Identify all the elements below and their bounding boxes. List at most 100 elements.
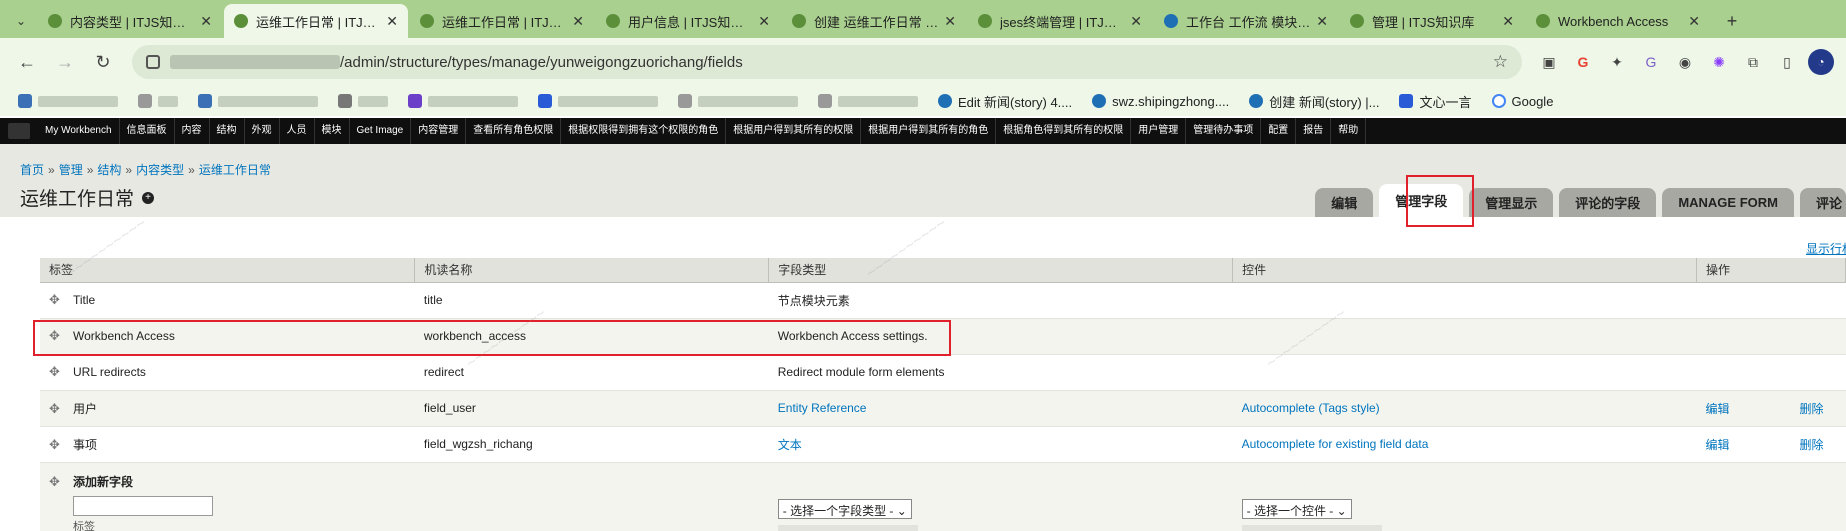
edit-link[interactable]: 编辑 (1705, 438, 1729, 452)
bookmark-star-icon[interactable]: ☆ (1493, 52, 1508, 72)
bookmark-item[interactable]: 文心一言 (1399, 92, 1472, 111)
puzzle-extension-icon[interactable]: ✺ (1706, 49, 1732, 75)
field-type-link[interactable]: 文本 (778, 438, 802, 452)
bookmark-label: 文心一言 (1419, 94, 1472, 110)
sidebar-icon[interactable]: ▯ (1774, 49, 1800, 75)
browser-tab[interactable]: 创建 运维工作日常 | ITJS ✕ (782, 4, 966, 38)
admin-menu-item[interactable]: 管理待办事项 (1186, 118, 1262, 144)
drag-handle-icon[interactable]: ✥ (49, 328, 63, 344)
admin-menu-item[interactable]: 报告 (1296, 118, 1332, 144)
close-icon[interactable]: ✕ (1130, 13, 1142, 30)
breadcrumb-link[interactable]: 管理 (59, 163, 83, 177)
field-type-select[interactable]: - 选择一个字段类型 - ⌄ (777, 498, 912, 519)
admin-menu-item[interactable]: 内容管理 (411, 118, 467, 144)
bookmark-item[interactable] (198, 94, 318, 108)
admin-menu-item[interactable]: 帮助 (1331, 118, 1367, 144)
delete-link[interactable]: 删除 (1799, 438, 1823, 452)
tab-edit[interactable]: 编辑 (1315, 188, 1374, 217)
bookmark-item[interactable]: Google (1491, 94, 1553, 109)
bookmark-item[interactable] (818, 94, 918, 108)
bookmark-item[interactable] (678, 94, 798, 108)
edit-link[interactable]: 编辑 (1705, 402, 1729, 416)
drag-handle-icon[interactable]: ✥ (49, 401, 63, 417)
browser-tab[interactable]: 管理 | ITJS知识库 ✕ (1340, 4, 1524, 38)
tab-title: 内容类型 | ITJS知识库 (70, 14, 195, 30)
site-info-icon[interactable] (146, 55, 160, 69)
admin-menu-item[interactable]: 根据角色得到其所有的权限 (996, 118, 1132, 144)
widget-select[interactable]: - 选择一个控件 - ⌄ (1241, 498, 1352, 519)
google-extension-icon[interactable]: G (1570, 49, 1596, 75)
admin-menu-item[interactable]: 根据权限得到拥有这个权限的角色 (561, 118, 727, 144)
admin-menu-item[interactable]: 外观 (245, 118, 280, 144)
browser-tab[interactable]: 工作台 工作流 模块 ITJS ✕ (1154, 4, 1338, 38)
field-widget-link[interactable]: Autocomplete for existing field data (1242, 437, 1429, 451)
bookmark-item[interactable] (408, 94, 518, 108)
add-shortcut-icon[interactable]: + (142, 192, 154, 204)
bookmark-item[interactable] (538, 94, 658, 108)
close-icon[interactable]: ✕ (758, 13, 770, 30)
browser-tab[interactable]: Workbench Access ✕ (1526, 4, 1710, 38)
admin-menu-item[interactable]: 根据用户得到其所有的角色 (861, 118, 997, 144)
admin-menu-item[interactable]: Get Image (350, 118, 412, 144)
tab-manage-form[interactable]: MANAGE FORM (1662, 188, 1794, 217)
tab-search-icon[interactable]: ⌄ (4, 4, 38, 38)
browser-tab[interactable]: 用户信息 | ITJS知识库 ✕ (596, 4, 780, 38)
admin-menu-item[interactable]: My Workbench (38, 118, 120, 144)
drag-handle-icon[interactable]: ✥ (49, 292, 63, 308)
breadcrumb-link[interactable]: 结构 (97, 163, 121, 177)
forward-icon[interactable]: → (50, 47, 80, 77)
admin-menu-item[interactable]: 根据用户得到其所有的权限 (726, 118, 862, 144)
reload-icon[interactable]: ↻ (88, 47, 118, 77)
breadcrumb-link[interactable]: 首页 (20, 163, 44, 177)
bookmark-item[interactable] (138, 94, 178, 108)
ai-extension-icon[interactable]: ✦ (1604, 49, 1630, 75)
close-icon[interactable]: ✕ (200, 13, 212, 30)
close-icon[interactable]: ✕ (944, 13, 956, 30)
admin-menu-item[interactable]: 配置 (1261, 118, 1297, 144)
bookmark-item[interactable] (338, 94, 388, 108)
extensions-icon[interactable]: ⧉ (1740, 49, 1766, 75)
close-icon[interactable]: ✕ (1316, 13, 1328, 30)
vpn-extension-icon[interactable]: ◉ (1672, 49, 1698, 75)
browser-tab[interactable]: 运维工作日常 | ITJS知识库 ✕ (410, 4, 594, 38)
bookmark-item[interactable]: swz.shipingzhong.... (1092, 94, 1229, 109)
admin-menu-item[interactable]: 人员 (280, 118, 315, 144)
translate-extension-icon[interactable]: G (1638, 49, 1664, 75)
close-icon[interactable]: ✕ (1688, 13, 1700, 30)
tab-comment-display[interactable]: 评论 (1799, 188, 1846, 217)
tab-manage-fields[interactable]: 管理字段 (1379, 184, 1464, 217)
admin-menu-item[interactable]: 信息面板 (120, 118, 175, 144)
admin-menu-item[interactable]: 内容 (175, 118, 210, 144)
close-icon[interactable]: ✕ (1502, 13, 1514, 30)
tab-manage-display[interactable]: 管理显示 (1469, 188, 1554, 217)
bookmark-item[interactable]: 创建 新闻(story) |... (1249, 92, 1379, 111)
delete-link[interactable]: 删除 (1799, 402, 1823, 416)
address-bar[interactable]: /admin/structure/types/manage/yunweigong… (132, 45, 1522, 79)
admin-menu-item[interactable]: 用户管理 (1131, 118, 1187, 144)
bookmark-item[interactable]: Edit 新闻(story) 4.... (938, 92, 1072, 111)
breadcrumb-link[interactable]: 内容类型 (136, 163, 184, 177)
drag-handle-icon[interactable]: ✥ (49, 437, 63, 453)
drag-handle-icon[interactable]: ✥ (49, 474, 63, 490)
new-field-label-input[interactable] (73, 495, 213, 516)
tab-comment-fields[interactable]: 评论的字段 (1559, 188, 1657, 217)
browser-tab[interactable]: 内容类型 | ITJS知识库 ✕ (38, 4, 222, 38)
breadcrumb-link[interactable]: 运维工作日常 (199, 163, 271, 177)
close-icon[interactable]: ✕ (572, 13, 584, 30)
field-widget-link[interactable]: Autocomplete (Tags style) (1242, 401, 1380, 415)
bookmark-item[interactable] (18, 94, 118, 108)
browser-tab[interactable]: jses终端管理 | ITJS知识库 ✕ (968, 4, 1152, 38)
profile-avatar-icon[interactable]: ◔ (1808, 49, 1834, 75)
extension-icon[interactable]: ▣ (1536, 49, 1562, 75)
admin-menu-item[interactable]: 模块 (315, 118, 350, 144)
show-row-weights-link[interactable]: 显示行权重 (1806, 240, 1846, 257)
close-icon[interactable]: ✕ (386, 13, 398, 30)
new-tab-button[interactable]: + (1718, 7, 1746, 35)
field-type-link[interactable]: Entity Reference (778, 401, 867, 415)
browser-tab-active[interactable]: 运维工作日常 | ITJS知识库 ✕ (224, 4, 408, 38)
drag-handle-icon[interactable]: ✥ (49, 364, 63, 380)
admin-menu-item[interactable]: 结构 (210, 118, 245, 144)
drupal-home-icon[interactable] (8, 123, 30, 139)
back-icon[interactable]: ← (12, 47, 42, 77)
admin-menu-item[interactable]: 查看所有角色权限 (466, 118, 562, 144)
